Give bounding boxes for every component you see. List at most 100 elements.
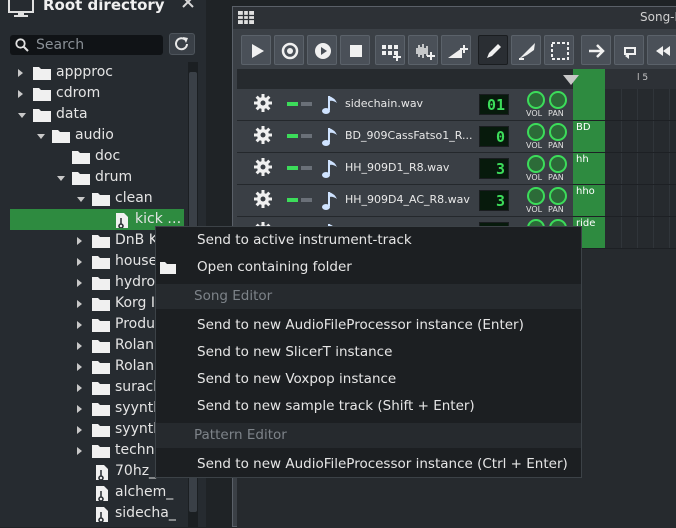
menu-item[interactable]: Send to new Voxpop instance [156,366,581,393]
track-name[interactable]: HH_909D1_R8.wav [345,161,449,174]
mixer-channel-lcd[interactable]: 3 [479,190,509,211]
tree-item-label: techn [115,442,155,458]
mixer-channel-lcd[interactable]: 01 [479,94,509,115]
refresh-button[interactable] [169,33,195,55]
record-button[interactable] [274,35,304,65]
mixer-channel-lcd[interactable]: 0 [479,126,509,147]
volume-knob[interactable] [527,91,545,109]
track-name[interactable]: HH_909D4_AC_R8.wav [345,193,470,206]
chevron-right-icon[interactable] [77,279,82,287]
add-automation-track-button[interactable] [441,35,471,65]
chevron-right-icon[interactable] [77,237,82,245]
mute-led[interactable] [287,102,298,106]
track-pattern-lane[interactable]: BD [573,121,676,153]
tree-file-item[interactable]: alchem_ [0,482,186,503]
track-pattern-lane[interactable]: hh [573,153,676,185]
pan-knob[interactable] [549,123,567,141]
record-while-playing-button[interactable] [307,35,337,65]
mute-led[interactable] [287,166,298,170]
pattern-clip[interactable]: BD [573,121,605,152]
close-button[interactable] [180,0,196,12]
mute-led[interactable] [287,134,298,138]
chevron-down-icon[interactable] [77,197,85,202]
solo-led[interactable] [301,134,312,138]
search-box[interactable] [10,35,163,55]
chevron-right-icon[interactable] [77,258,82,266]
menu-item[interactable]: Send to new sample track (Shift + Enter) [156,393,581,420]
volume-knob[interactable] [527,187,545,205]
mute-led[interactable] [287,198,298,202]
pan-knob[interactable] [549,187,567,205]
track-name[interactable]: sidechain.wav [345,97,423,110]
draw-mode-button[interactable] [478,35,508,65]
chevron-down-icon[interactable] [18,113,26,118]
chevron-right-icon[interactable] [77,426,82,434]
folder-icon [92,423,110,441]
chevron-down-icon[interactable] [37,134,45,139]
pattern-clip[interactable] [573,89,605,120]
sample-track[interactable]: sidechain.wav 01 VOL PAN [237,89,573,121]
sample-track[interactable]: HH_909D4_AC_R8.wav 3 VOL PAN [237,185,573,217]
tree-file-item[interactable]: sidecha_ [0,503,186,524]
select-mode-button[interactable] [544,35,574,65]
loop-points-button[interactable] [614,35,644,65]
auto-scroll-button[interactable] [581,35,611,65]
gear-icon[interactable] [253,189,273,209]
sample-track[interactable]: BD_909CassFatso1_R... 0 VOL PAN [237,121,573,153]
stop-button[interactable] [340,35,370,65]
automation-icon [448,45,468,58]
tree-folder-item[interactable]: clean [0,188,186,209]
pan-knob[interactable] [549,155,567,173]
playhead-marker[interactable] [563,75,579,85]
tree-folder-item[interactable]: appproc [0,62,186,83]
pan-knob[interactable] [549,91,567,109]
play-button[interactable] [241,35,271,65]
rewind-icon [656,46,670,56]
track-pattern-lane[interactable] [573,89,676,121]
clip-label: BD [576,122,591,133]
chevron-right-icon[interactable] [77,405,82,413]
volume-knob[interactable] [527,155,545,173]
solo-led[interactable] [301,102,312,106]
search-input[interactable] [36,35,161,55]
track-name[interactable]: BD_909CassFatso1_R... [345,129,472,142]
knife-mode-button[interactable] [511,35,541,65]
timeline-ruler[interactable]: l 5 [573,69,676,89]
menu-item[interactable]: Send to active instrument-track [156,227,581,254]
tree-folder-item[interactable]: cdrom [0,83,186,104]
track-pattern-lane[interactable]: hho [573,185,676,217]
menu-item[interactable]: Open containing folder [156,254,581,281]
tree-folder-item[interactable]: data [0,104,186,125]
chevron-right-icon[interactable] [77,447,82,455]
rewind-button[interactable] [647,35,676,65]
chevron-right-icon[interactable] [18,69,23,77]
solo-led[interactable] [301,166,312,170]
chevron-right-icon[interactable] [77,363,82,371]
add-sample-track-button[interactable] [408,35,438,65]
menu-section-header: Song Editor [156,284,581,309]
chevron-right-icon[interactable] [18,90,23,98]
sample-track[interactable]: HH_909D1_R8.wav 3 VOL PAN [237,153,573,185]
tree-folder-item[interactable]: doc [0,146,186,167]
chevron-right-icon[interactable] [77,321,82,329]
mixer-channel-lcd[interactable]: 3 [479,158,509,179]
gear-icon[interactable] [253,93,273,113]
tree-folder-item[interactable]: audio [0,125,186,146]
volume-knob[interactable] [527,123,545,141]
tree-item-label: Rolan [115,337,155,353]
gear-icon[interactable] [253,125,273,145]
gear-icon[interactable] [253,157,273,177]
chevron-down-icon[interactable] [57,176,65,181]
chevron-right-icon[interactable] [77,300,82,308]
menu-item[interactable]: Send to new SlicerT instance [156,339,581,366]
pattern-clip[interactable]: hh [573,153,605,184]
add-pattern-track-button[interactable] [375,35,405,65]
menu-item[interactable]: Send to new AudioFileProcessor instance … [156,312,581,339]
chevron-right-icon[interactable] [77,384,82,392]
solo-led[interactable] [301,198,312,202]
track-pattern-lane[interactable]: ride [573,217,676,249]
chevron-right-icon[interactable] [77,342,82,350]
tree-folder-item[interactable]: drum [0,167,186,188]
pattern-clip[interactable]: hho [573,185,605,216]
menu-item[interactable]: Send to new AudioFileProcessor instance … [156,451,581,478]
